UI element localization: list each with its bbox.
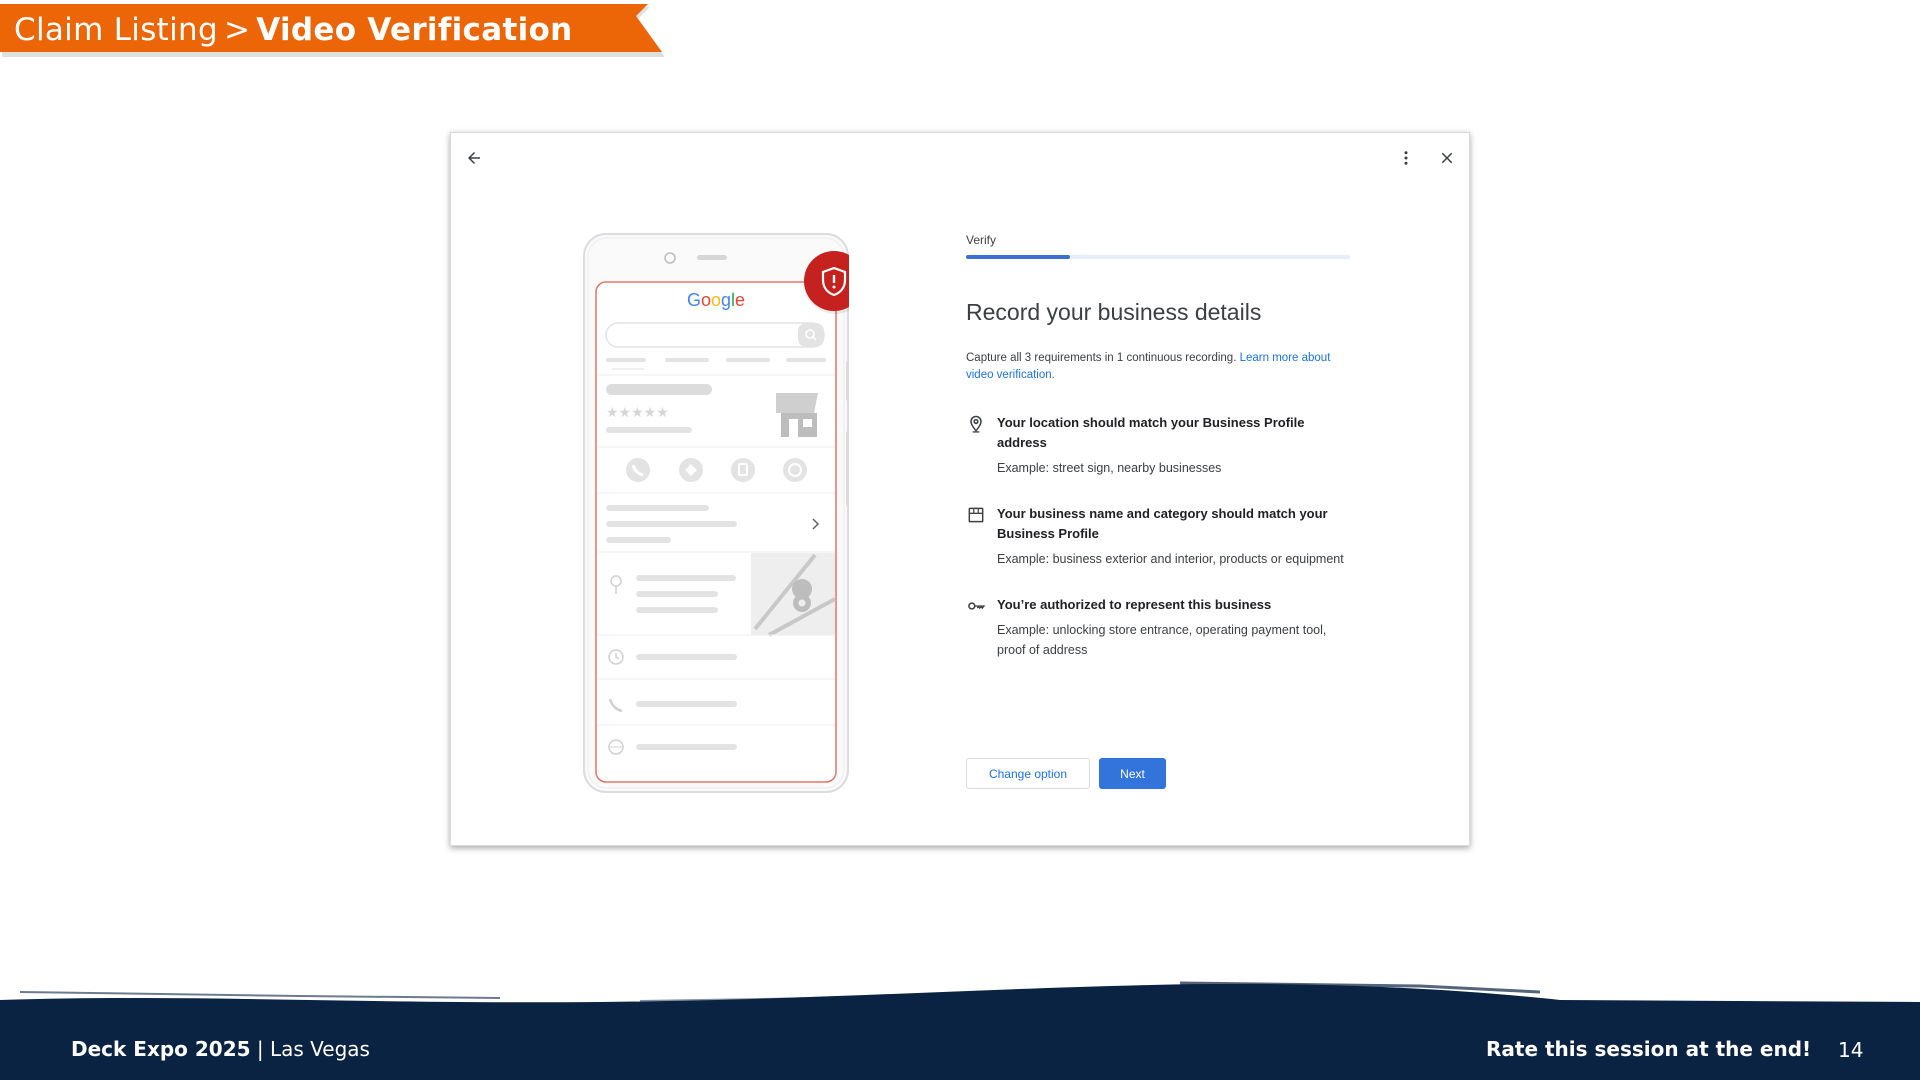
phone-illustration: Google ★★★★★	[583, 233, 849, 793]
requirement-location: Your location should match your Business…	[966, 413, 1350, 478]
dialog-title: Record your business details	[966, 299, 1262, 325]
google-logo: Google	[687, 290, 745, 310]
breadcrumb-current: Video Verification	[256, 12, 573, 48]
step-progress-fill	[966, 255, 1070, 259]
requirement-title: Your business name and category should m…	[997, 506, 1328, 541]
more-options-button[interactable]	[1393, 145, 1419, 171]
page-number: 14	[1838, 1038, 1864, 1062]
back-button[interactable]	[461, 145, 487, 171]
breadcrumb-parent: Claim Listing	[14, 12, 218, 48]
storefront-icon	[968, 507, 984, 523]
dialog-actions: Change option Next	[966, 758, 1166, 789]
event-divider: |	[256, 1037, 264, 1061]
requirement-business-name: Your business name and category should m…	[966, 504, 1350, 569]
intro-sentence: Capture all 3 requirements in 1 continuo…	[966, 352, 1237, 364]
requirement-example: Example: street sign, nearby businesses	[997, 461, 1222, 475]
next-button[interactable]: Next	[1099, 758, 1166, 789]
breadcrumb-separator: >	[223, 12, 251, 48]
verification-dialog: Google ★★★★★ Verify Record your business…	[450, 132, 1470, 846]
slide-footer	[0, 980, 1920, 1080]
arrow-left-icon	[468, 152, 480, 164]
svg-text:★★★★★: ★★★★★	[606, 405, 669, 421]
requirement-authorization: You’re authorized to represent this busi…	[966, 595, 1350, 660]
event-location: Las Vegas	[270, 1037, 370, 1061]
slide-title-banner: Claim Listing > Video Verification	[0, 4, 664, 59]
change-option-button[interactable]: Change option	[966, 758, 1090, 789]
rate-session-text: Rate this session at the end!	[1486, 1037, 1812, 1061]
intro-text: Capture all 3 requirements in 1 continuo…	[966, 350, 1350, 384]
step-progress-bar	[966, 255, 1350, 259]
slide-title: Claim Listing > Video Verification	[14, 12, 572, 48]
requirement-title: You’re authorized to represent this busi…	[997, 597, 1272, 612]
event-info: Deck Expo 2025 | Las Vegas	[71, 1037, 370, 1061]
key-icon	[968, 602, 986, 610]
requirement-example: Example: business exterior and interior,…	[997, 552, 1344, 566]
requirement-title: Your location should match your Business…	[997, 415, 1305, 450]
event-name: Deck Expo 2025	[71, 1037, 251, 1061]
requirement-example: Example: unlocking store entrance, opera…	[997, 623, 1327, 657]
close-icon	[1441, 152, 1453, 164]
more-vert-icon	[1404, 151, 1408, 165]
location-pin-icon	[970, 415, 982, 433]
verification-content: Verify Record your business details Capt…	[966, 233, 1350, 660]
step-label: Verify	[966, 233, 997, 247]
close-button[interactable]	[1434, 145, 1460, 171]
footer-brush-band	[0, 981, 1920, 1080]
